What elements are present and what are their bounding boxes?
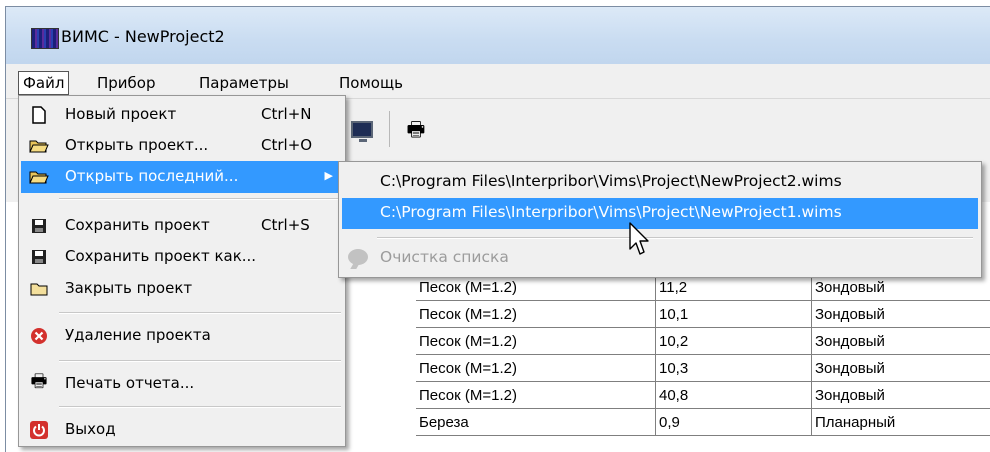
open-folder-icon [29,137,49,155]
menu-separator [59,406,341,408]
menu-item-save-project-as[interactable]: Сохранить проект как... [21,241,343,273]
menu-parameters[interactable]: Параметры [194,72,294,94]
menu-separator [59,312,341,314]
sensor-cell: Зондовый [812,382,990,409]
menu-item-label: Открыть проект... [65,136,209,154]
clear-list-item[interactable]: Очистка списка [342,243,978,274]
device-monitor-button[interactable] [347,115,377,143]
menu-item-shortcut: Ctrl+N [261,105,312,123]
delete-icon [29,327,49,345]
recent-project-item[interactable]: C:\Program Files\Interpribor\Vims\Projec… [342,198,978,229]
menu-item-open-recent[interactable]: Открыть последний... ▶ [21,161,343,193]
menu-item-label: Закрыть проект [65,279,193,297]
clear-list-icon [348,249,368,265]
menu-item-label: Удаление проекта [65,326,211,344]
toolbar-separator [389,111,390,147]
title-bar: ВИМС - NewProject2 [6,7,990,64]
printer-icon: 🖶 [30,371,48,392]
material-cell: Песок (М=1.2) [416,328,656,355]
material-cell: Песок (М=1.2) [416,301,656,328]
material-cell: Песок (М=1.2) [416,274,656,301]
menu-separator [377,237,973,239]
sensor-cell: Планарный [812,409,990,436]
printer-icon: 🖶 [406,117,426,141]
menu-help[interactable]: Помощь [334,72,408,94]
power-icon [29,421,49,439]
value-cell: 10,2 [656,328,812,355]
sensor-cell: Зондовый [812,274,990,301]
menu-item-new-project[interactable]: Новый проект Ctrl+N [21,99,343,131]
menu-item-delete-project[interactable]: Удаление проекта [21,320,343,352]
menu-bar: Файл Прибор Параметры Помощь [6,64,990,98]
value-cell: 10,3 [656,355,812,382]
close-folder-icon [29,280,49,298]
menu-item-open-project[interactable]: Открыть проект... Ctrl+O [21,130,343,162]
value-cell: 11,2 [656,274,812,301]
mouse-pointer-icon [629,222,649,255]
sensor-cell: Зондовый [812,328,990,355]
menu-item-label: Выход [65,420,116,438]
submenu-arrow-icon: ▶ [324,169,333,182]
menu-separator [59,198,341,200]
value-cell: 40,8 [656,382,812,409]
menu-item-label: Сохранить проект [65,216,210,234]
recent-projects-submenu: C:\Program Files\Interpribor\Vims\Projec… [338,161,982,278]
floppy-icon [29,217,49,235]
material-cell: Песок (М=1.2) [416,355,656,382]
menu-item-save-project[interactable]: Сохранить проект Ctrl+S [21,210,343,242]
menu-item-label: Открыть последний... [65,167,239,185]
menu-file[interactable]: Файл [18,71,70,95]
menu-item-shortcut: Ctrl+O [261,136,313,154]
menu-item-exit[interactable]: Выход [21,414,343,446]
sensor-cell: Зондовый [812,301,990,328]
window-title: ВИМС - NewProject2 [61,27,225,46]
menu-item-label: Печать отчета... [65,374,195,392]
menu-item-close-project[interactable]: Закрыть проект [21,273,343,305]
material-cell: Песок (М=1.2) [416,382,656,409]
material-cell: Береза [416,409,656,436]
value-cell: 10,1 [656,301,812,328]
floppy-icon [29,248,49,266]
value-cell: 0,9 [656,409,812,436]
menu-item-label: Сохранить проект как... [65,247,257,265]
open-folder-icon [29,168,49,186]
new-file-icon [29,106,49,124]
recent-project-item[interactable]: C:\Program Files\Interpribor\Vims\Projec… [342,167,978,198]
menu-item-label: Новый проект [65,105,177,123]
print-button[interactable]: 🖶 [401,115,431,143]
menu-device[interactable]: Прибор [92,72,161,94]
clear-list-label: Очистка списка [380,248,509,266]
recent-project-path: C:\Program Files\Interpribor\Vims\Projec… [380,203,842,221]
menu-item-shortcut: Ctrl+S [261,216,310,234]
file-menu-dropdown: Новый проект Ctrl+N Открыть проект... Ct… [18,95,346,447]
sensor-cell: Зондовый [812,355,990,382]
recent-project-path: C:\Program Files\Interpribor\Vims\Projec… [380,172,842,190]
monitor-icon [351,120,373,142]
menu-separator [59,360,341,362]
menu-item-print-report[interactable]: 🖶 Печать отчета... [21,368,343,400]
app-logo-icon [31,28,59,49]
